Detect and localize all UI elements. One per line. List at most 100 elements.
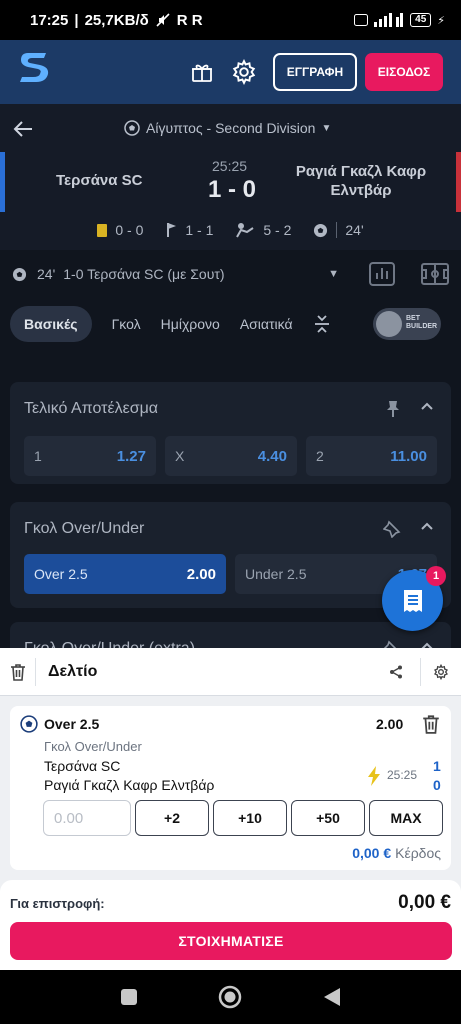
volte-icon	[354, 14, 369, 26]
bet-builder-toggle[interactable]: BET BUILDER	[373, 308, 441, 340]
home-color-bar	[0, 152, 5, 212]
corners-stat: 1 - 1	[185, 222, 214, 238]
odd-label: Over 2.5	[34, 566, 88, 582]
stats-chart-icon[interactable]	[369, 262, 395, 286]
place-bet-button[interactable]: ΣΤΟΙΧΗΜΑΤΙΣΕ	[10, 922, 452, 960]
status-extra: R R	[176, 11, 203, 29]
odd-label: 2	[316, 448, 324, 464]
register-button[interactable]: ΕΓΓΡΑΦΗ	[273, 53, 357, 91]
toggle-knob	[376, 311, 402, 337]
league-name: Αίγυπτος - Second Division	[146, 120, 316, 136]
tab-half[interactable]: Ημίχρονο	[161, 316, 220, 332]
tab-asian[interactable]: Ασιατικά	[240, 316, 293, 332]
odd-label: 1	[34, 448, 42, 464]
soccer-ball-icon	[314, 223, 328, 237]
winnings-value: 0,00 €	[352, 845, 392, 861]
recents-icon[interactable]	[120, 988, 138, 1006]
logo	[18, 49, 58, 95]
app-header: ΕΓΓΡΑΦΗ ΕΙΣΟΔΟΣ	[0, 40, 461, 104]
bet-away-team: Ραγιά Γκαζλ Καφρ Ελντβάρ	[44, 777, 215, 793]
charging-icon: ⚡	[437, 14, 445, 27]
minute-stat: 24'	[336, 222, 364, 238]
betslip-count-badge: 1	[426, 566, 446, 586]
market-final-result: Τελικό Αποτέλεσμα 1 1.27 X 4.40 2 11.00	[10, 382, 451, 484]
login-button[interactable]: ΕΙΣΟΔΟΣ	[365, 53, 443, 91]
quick-stake-max[interactable]: MAX	[369, 800, 443, 836]
bet-home-team: Τερσάνα SC	[44, 758, 121, 774]
live-bolt-icon	[368, 766, 380, 786]
system-nav-bar	[0, 970, 461, 1024]
cards-stat: 0 - 0	[115, 222, 144, 238]
status-speed: 25,7KB/δ	[84, 11, 149, 29]
settings-icon[interactable]	[231, 59, 257, 85]
tab-basic[interactable]: Βασικές	[10, 306, 92, 342]
collapse-icon[interactable]	[313, 314, 331, 334]
market-title: Γκολ Over/Under	[24, 520, 145, 537]
odd-value: 1.27	[116, 447, 146, 465]
odd-button-selected[interactable]: Over 2.5 2.00	[24, 554, 226, 594]
battery-icon: 45	[410, 13, 432, 27]
odd-button[interactable]: 2 11.00	[306, 436, 437, 476]
tab-goals[interactable]: Γκολ	[112, 316, 141, 332]
gift-icon[interactable]	[189, 59, 215, 85]
home-icon[interactable]	[218, 985, 242, 1009]
odd-label: Under 2.5	[245, 566, 307, 582]
market-over-under-extra: Γκολ Over/Under (extra)	[10, 622, 451, 650]
match-header: Αίγυπτος - Second Division ▼ Τερσάνα SC …	[0, 104, 461, 250]
potential-winnings: 0,00 € Κέρδος	[352, 845, 441, 861]
chevron-down-icon: ▼	[321, 122, 332, 134]
quick-stake-2[interactable]: +2	[135, 800, 209, 836]
bet-builder-label-1: BET	[406, 315, 420, 322]
bet-selection: Over 2.5	[44, 716, 100, 732]
receipt-icon	[403, 589, 422, 612]
bet-away-score: 0	[433, 777, 441, 793]
last-event-row[interactable]: 24' 1-0 Τερσάνα SC (με Σουτ) ▼	[0, 254, 461, 294]
match-page: Αίγυπτος - Second Division ▼ Τερσάνα SC …	[0, 104, 461, 650]
signal-icon	[374, 13, 404, 27]
betslip-settings-button[interactable]	[421, 658, 461, 686]
pin-outline-icon[interactable]	[383, 520, 401, 538]
bet-market: Γκολ Over/Under	[44, 739, 142, 754]
quick-stake-50[interactable]: +50	[291, 800, 365, 836]
home-team: Τερσάνα SC	[56, 172, 143, 189]
yellow-card-icon	[97, 223, 108, 237]
chevron-down-icon[interactable]: ▼	[328, 268, 339, 280]
return-value: 0,00 €	[398, 892, 451, 913]
market-title: Τελικό Αποτέλεσμα	[24, 400, 159, 417]
share-icon	[389, 665, 402, 678]
attack-icon	[236, 223, 254, 238]
soccer-ball-icon	[20, 715, 38, 733]
corner-flag-icon	[167, 223, 177, 237]
bet-match-time: 25:25	[387, 768, 418, 782]
pin-icon[interactable]	[385, 400, 401, 418]
share-button[interactable]	[371, 657, 421, 686]
soccer-ball-icon	[12, 267, 27, 281]
gear-icon	[434, 663, 448, 680]
status-bar: 17:25 | 25,7KB/δ R R 45 ⚡	[0, 0, 461, 40]
match-score: 1 - 0	[208, 176, 257, 203]
winnings-label: Κέρδος	[395, 845, 441, 861]
odd-value: 11.00	[390, 447, 427, 465]
odd-value: 4.40	[257, 447, 287, 465]
soccer-ball-icon	[124, 120, 140, 136]
chevron-up-icon[interactable]	[419, 518, 435, 534]
back-icon[interactable]	[323, 987, 341, 1007]
chevron-up-icon[interactable]	[419, 398, 435, 414]
bet-odd: 2.00	[376, 716, 404, 732]
market-tabs: Βασικές Γκολ Ημίχρονο Ασιατικά	[10, 306, 331, 342]
league-selector[interactable]: Αίγυπτος - Second Division ▼	[124, 120, 331, 136]
status-time: 17:25	[30, 11, 69, 29]
stake-input[interactable]	[43, 800, 131, 836]
remove-bet-icon[interactable]	[422, 714, 440, 734]
clear-all-button[interactable]	[0, 657, 36, 686]
away-team: Ραγιά Γκαζλ Καφρ Ελντβάρ	[295, 163, 427, 199]
odd-button[interactable]: X 4.40	[165, 436, 297, 476]
odd-button[interactable]: 1 1.27	[24, 436, 156, 476]
away-color-bar	[456, 152, 461, 212]
back-arrow-icon[interactable]	[12, 118, 34, 146]
pitch-icon[interactable]	[421, 263, 449, 285]
bet-card: Over 2.5 2.00 Γκολ Over/Under Τερσάνα SC…	[10, 706, 451, 870]
match-clock: 25:25	[212, 158, 248, 174]
quick-stake-10[interactable]: +10	[213, 800, 287, 836]
match-stats: 0 - 0 1 - 1 5 - 2 24'	[0, 222, 461, 238]
